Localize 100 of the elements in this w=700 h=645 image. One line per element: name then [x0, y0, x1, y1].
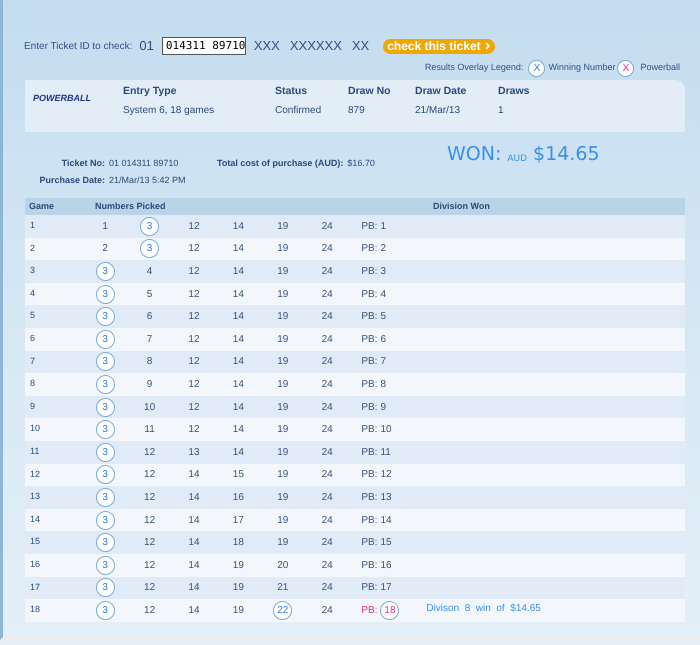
powerball-label: PB: [361, 490, 378, 505]
game-number: 8 [30, 377, 36, 390]
field-label: Enter Ticket ID to check: [24, 40, 132, 54]
picked-number: 14 [232, 288, 244, 302]
picked-number: 12 [188, 220, 200, 234]
powerball-logo: POWERBALL [33, 92, 92, 105]
matched-number: 3 [96, 556, 115, 575]
powerball-label: PB: [361, 220, 378, 234]
powerball-number: 8 [380, 378, 386, 392]
picked-number: 12 [144, 604, 156, 618]
winning-number-marker: X [528, 60, 546, 76]
picked-number: 12 [188, 332, 200, 347]
picked-number: 14 [232, 332, 244, 347]
picked-number: 20 [277, 558, 288, 573]
picked-number: 24 [322, 378, 333, 392]
picked-number: 19 [277, 355, 288, 370]
picked-number: 24 [322, 536, 333, 550]
picked-number: 11 [144, 423, 155, 438]
matched-powerball: 18 [380, 600, 400, 620]
ticket-mask: XXXXXX [290, 37, 342, 56]
matched-number: 3 [96, 600, 115, 620]
matched-number: 3 [96, 533, 115, 552]
picked-number: 14 [188, 536, 200, 550]
field-label: Draw No [348, 84, 392, 99]
powerball-label: PB: [361, 242, 378, 256]
matched-number: 3 [96, 488, 115, 507]
powerball-number: 5 [380, 310, 386, 324]
picked-number: 19 [232, 581, 244, 596]
legend-label: Results Overlay Legend: [424, 61, 524, 74]
game-number: 13 [30, 490, 42, 504]
powerball-label: PB: [361, 400, 378, 415]
picked-number: 24 [322, 558, 333, 573]
game-number: 3 [30, 264, 36, 278]
picked-number: 19 [277, 400, 288, 415]
picked-number: 12 [188, 242, 200, 256]
matched-number: 3 [96, 262, 115, 281]
picked-number: 19 [277, 332, 288, 347]
picked-number: 24 [322, 446, 333, 460]
picked-number: 24 [322, 288, 333, 302]
picked-number: 19 [232, 604, 244, 618]
powerball-label: PB: [361, 581, 378, 596]
powerball-label: PB: [361, 604, 378, 618]
field-label: Entry Type [123, 84, 178, 99]
picked-number: 19 [277, 264, 288, 279]
matched-number: 3 [96, 578, 115, 598]
powerball-number: 15 [380, 536, 392, 550]
picked-number: 24 [322, 400, 333, 415]
powerball-label: PB: [361, 332, 378, 347]
picked-number: 19 [277, 514, 288, 528]
powerball-number: 10 [380, 423, 392, 438]
picked-number: 9 [146, 378, 152, 392]
column-header: Game [29, 200, 56, 213]
powerball-label: PB: [361, 558, 378, 573]
powerball-label: PB: [361, 264, 378, 279]
matched-number: 3 [96, 307, 115, 326]
powerball-number: 1 [380, 220, 386, 234]
picked-number: 14 [188, 581, 200, 596]
picked-number: 14 [232, 400, 244, 415]
purchase-date: 21/Mar/13 5:42 PM [109, 174, 187, 186]
game-number: 1 [30, 219, 36, 232]
game-number: 15 [30, 535, 42, 548]
ticket-mask: XXX [254, 37, 280, 56]
powerball-label: PB: [361, 355, 378, 370]
game-number: 7 [30, 354, 36, 368]
picked-number: 12 [144, 558, 156, 573]
picked-number: 12 [188, 310, 200, 324]
powerball-number: 9 [380, 400, 386, 415]
powerball-label: PB: [361, 446, 378, 460]
picked-number: 24 [322, 242, 333, 256]
picked-number: 12 [188, 378, 200, 392]
column-header: Division Won [433, 200, 490, 213]
game-number: 5 [30, 309, 36, 322]
legend-label: Winning Number [548, 61, 616, 74]
picked-number: 19 [277, 220, 288, 234]
picked-number: 14 [188, 558, 200, 573]
picked-number: 14 [232, 378, 244, 392]
field-value: System 6, 18 games [123, 104, 216, 118]
picked-number: 19 [277, 536, 288, 550]
picked-number: 5 [146, 288, 152, 302]
picked-number: 19 [277, 288, 288, 302]
game-number: 2 [30, 242, 36, 255]
matched-number: 3 [96, 510, 115, 530]
picked-number: 24 [322, 423, 333, 438]
picked-number: 12 [188, 355, 200, 370]
cost-value: $16.70 [347, 157, 375, 170]
game-number: 9 [30, 400, 36, 413]
powerball-number: 3 [380, 264, 386, 279]
picked-number: 12 [144, 514, 156, 528]
powerball-label: PB: [361, 536, 378, 550]
field-value: 1 [498, 104, 505, 118]
cost-label: Total cost of purchase (AUD): [217, 157, 344, 170]
picked-number: 24 [322, 220, 333, 234]
matched-number: 3 [96, 284, 115, 304]
game-number: 11 [30, 444, 40, 458]
picked-number: 21 [277, 581, 288, 596]
matched-number: 3 [140, 239, 160, 258]
picked-number: 14 [188, 468, 200, 482]
powerball-marker: X [617, 60, 634, 76]
ticket-id-field[interactable]: 014311 89710 [162, 37, 246, 55]
picked-number: 14 [232, 242, 244, 256]
